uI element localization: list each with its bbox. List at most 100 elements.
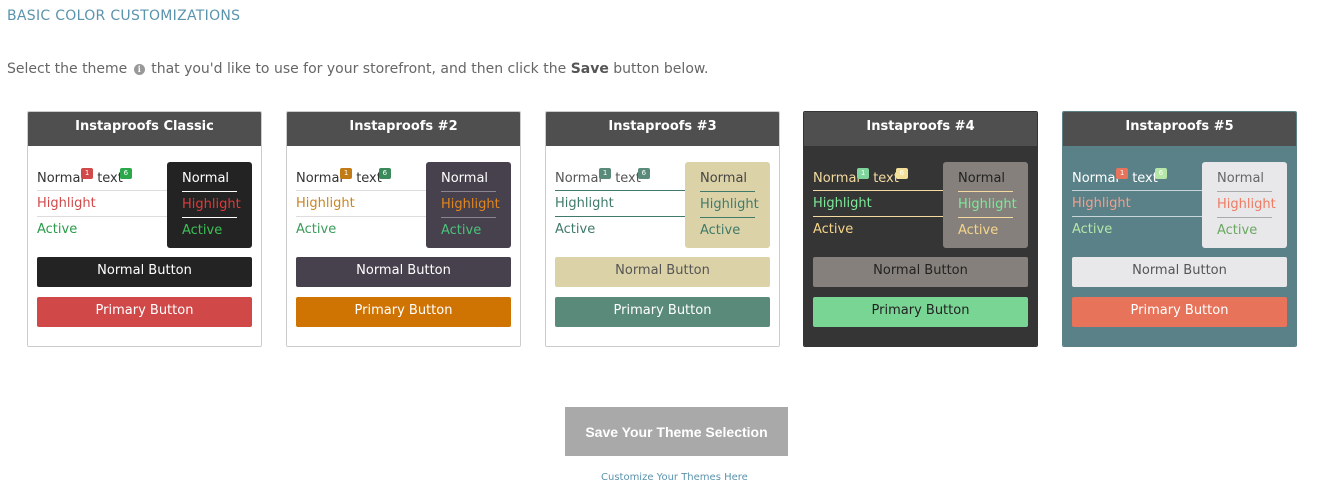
preview-active-label: Active — [37, 222, 78, 237]
preview-badge-6: 6 — [637, 168, 650, 179]
box-normal-label: Normal — [182, 171, 230, 186]
preview-divider — [1072, 216, 1202, 217]
preview-active-label: Active — [296, 222, 337, 237]
preview-highlight-label: Highlight — [296, 196, 355, 211]
box-highlight-label: Highlight — [700, 197, 759, 212]
preview-divider — [37, 190, 167, 191]
box-divider — [441, 217, 496, 218]
preview-active-label: Active — [555, 222, 596, 237]
theme-card-title: Instaproofs #4 — [804, 112, 1037, 146]
box-highlight-label: Highlight — [958, 197, 1017, 212]
preview-badge-1: 1 — [857, 168, 870, 179]
preview-primary-button: Primary Button — [813, 297, 1028, 327]
box-active-label: Active — [1217, 223, 1258, 238]
preview-badge-6: 6 — [378, 168, 391, 179]
preview-normal-button: Normal Button — [555, 257, 770, 287]
theme-card-4[interactable]: Instaproofs #4 Normal1 text6 Highlight A… — [803, 111, 1038, 347]
preview-normal-row: Normal1 text6 — [1072, 167, 1202, 191]
theme-card-title: Instaproofs #5 — [1063, 112, 1296, 146]
box-divider — [700, 217, 755, 218]
theme-preview: Normal1 text6 Highlight Active Normal Hi… — [287, 146, 520, 346]
intro-bold-save: Save — [570, 61, 609, 77]
theme-card-title: Instaproofs Classic — [28, 112, 261, 146]
preview-normal-button: Normal Button — [296, 257, 511, 287]
preview-divider — [813, 190, 943, 191]
theme-card-3[interactable]: Instaproofs #3 Normal1 text6 Highlight A… — [545, 111, 780, 347]
preview-badge-6: 6 — [119, 168, 132, 179]
preview-menu-box: Normal Highlight Active — [1202, 162, 1287, 248]
box-divider — [182, 191, 237, 192]
preview-primary-button: Primary Button — [1072, 297, 1287, 327]
box-divider — [182, 217, 237, 218]
preview-normal-label: Normal — [296, 171, 344, 186]
box-normal-label: Normal — [958, 171, 1006, 186]
preview-highlight-label: Highlight — [813, 196, 872, 211]
box-highlight-label: Highlight — [182, 197, 241, 212]
preview-highlight-label: Highlight — [1072, 196, 1131, 211]
preview-primary-button: Primary Button — [296, 297, 511, 327]
preview-divider — [555, 216, 685, 217]
box-active-label: Active — [182, 223, 223, 238]
preview-normal-label: Normal — [1072, 171, 1120, 186]
intro-text: Select the theme i that you'd like to us… — [7, 61, 709, 77]
preview-divider — [296, 216, 426, 217]
intro-after: that you'd like to use for your storefro… — [151, 61, 567, 77]
section-title: BASIC COLOR CUSTOMIZATIONS — [7, 8, 241, 24]
intro-before: Select the theme — [7, 61, 128, 77]
preview-normal-row: Normal1 text6 — [813, 167, 943, 191]
preview-divider — [296, 190, 426, 191]
theme-preview: Normal1 text6 Highlight Active Normal Hi… — [1063, 146, 1296, 346]
preview-badge-1: 1 — [340, 168, 353, 179]
preview-divider — [813, 216, 943, 217]
preview-badge-1: 1 — [81, 168, 94, 179]
preview-normal-label: Normal — [37, 171, 85, 186]
box-active-label: Active — [441, 223, 482, 238]
preview-highlight-label: Highlight — [37, 196, 96, 211]
theme-card-5[interactable]: Instaproofs #5 Normal1 text6 Highlight A… — [1062, 111, 1297, 347]
preview-menu-box: Normal Highlight Active — [167, 162, 252, 248]
preview-normal-row: Normal1 text6 — [296, 167, 426, 191]
preview-normal-button: Normal Button — [1072, 257, 1287, 287]
info-icon[interactable]: i — [133, 64, 145, 75]
box-divider — [958, 191, 1013, 192]
preview-divider — [37, 216, 167, 217]
preview-badge-6: 6 — [895, 168, 908, 179]
preview-normal-label: Normal — [555, 171, 603, 186]
preview-divider — [1072, 190, 1202, 191]
preview-badge-1: 1 — [599, 168, 612, 179]
preview-menu-box: Normal Highlight Active — [426, 162, 511, 248]
preview-menu-box: Normal Highlight Active — [685, 162, 770, 248]
preview-badge-1: 1 — [1116, 168, 1129, 179]
theme-card-2[interactable]: Instaproofs #2 Normal1 text6 Highlight A… — [286, 111, 521, 347]
box-active-label: Active — [958, 223, 999, 238]
preview-divider — [555, 190, 685, 191]
preview-menu-box: Normal Highlight Active — [943, 162, 1028, 248]
preview-primary-button: Primary Button — [37, 297, 252, 327]
preview-normal-row: Normal1 text6 — [37, 167, 167, 191]
theme-card-title: Instaproofs #3 — [546, 112, 779, 146]
preview-normal-row: Normal1 text6 — [555, 167, 685, 191]
box-highlight-label: Highlight — [441, 197, 500, 212]
preview-active-label: Active — [813, 222, 854, 237]
box-divider — [441, 191, 496, 192]
preview-normal-label: Normal — [813, 171, 861, 186]
theme-preview: Normal1 text6 Highlight Active Normal Hi… — [804, 146, 1037, 346]
box-divider — [1217, 191, 1272, 192]
box-divider — [700, 191, 755, 192]
preview-badge-6: 6 — [1154, 168, 1167, 179]
preview-primary-button: Primary Button — [555, 297, 770, 327]
box-normal-label: Normal — [1217, 171, 1265, 186]
box-highlight-label: Highlight — [1217, 197, 1276, 212]
preview-normal-button: Normal Button — [37, 257, 252, 287]
theme-preview: Normal1 text6 Highlight Active Normal Hi… — [546, 146, 779, 346]
save-theme-button[interactable]: Save Your Theme Selection — [565, 407, 788, 456]
customize-themes-link[interactable]: Customize Your Themes Here — [601, 472, 748, 483]
intro-end: button below. — [613, 61, 709, 77]
box-normal-label: Normal — [441, 171, 489, 186]
preview-highlight-label: Highlight — [555, 196, 614, 211]
theme-card-1[interactable]: Instaproofs Classic Normal1 text6 Highli… — [27, 111, 262, 347]
box-divider — [958, 217, 1013, 218]
theme-preview: Normal1 text6 Highlight Active Normal Hi… — [28, 146, 261, 346]
preview-active-label: Active — [1072, 222, 1113, 237]
box-normal-label: Normal — [700, 171, 748, 186]
